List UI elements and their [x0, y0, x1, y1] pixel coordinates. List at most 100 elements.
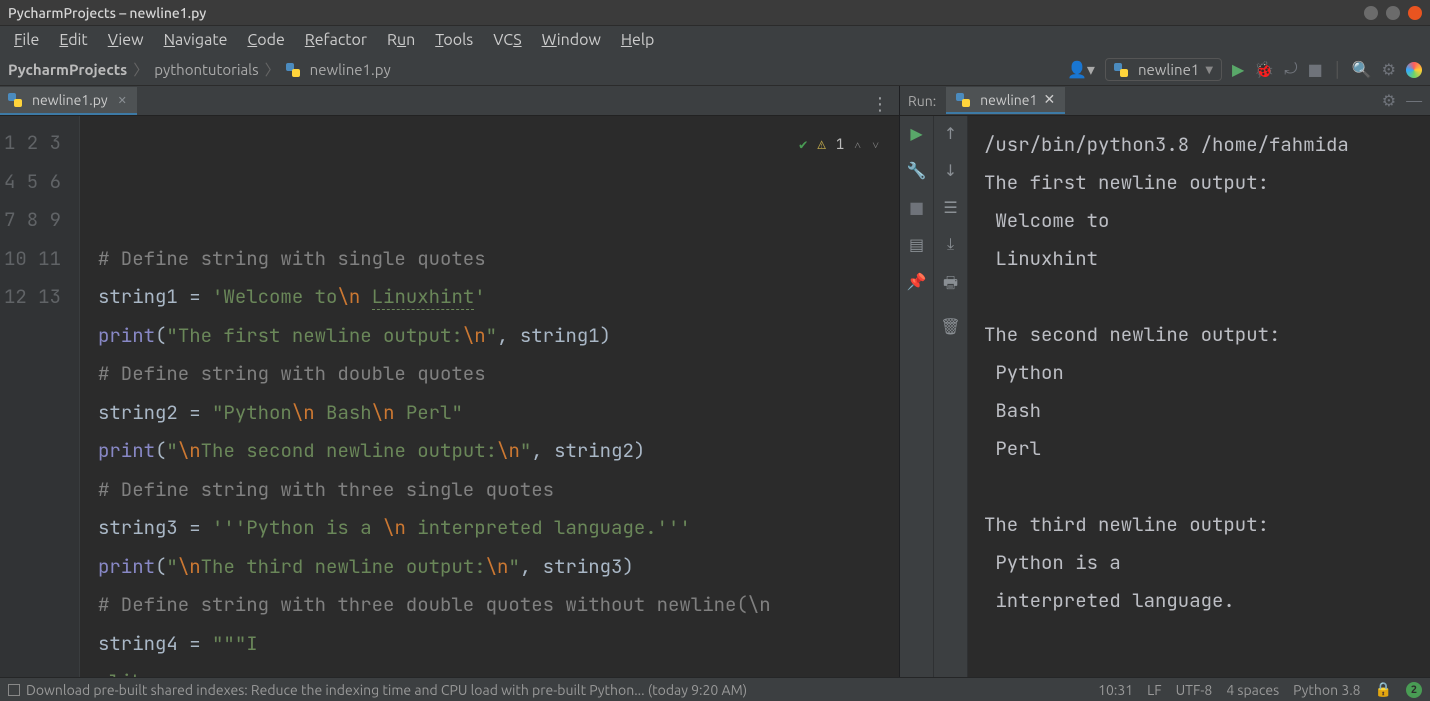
- run-coverage-button[interactable]: ⤾: [1284, 60, 1297, 79]
- status-line-separator[interactable]: LF: [1147, 682, 1162, 698]
- search-everywhere-icon[interactable]: 🔍: [1352, 60, 1372, 79]
- editor-pane: newline1.py ✕ ⋮ 1 2 3 4 5 6 7 8 9 10 11 …: [0, 86, 900, 677]
- editor-tab-label: newline1.py: [32, 92, 108, 108]
- breadcrumb-file[interactable]: newline1.py: [310, 61, 391, 78]
- menu-tools[interactable]: Tools: [425, 29, 483, 51]
- debug-button[interactable]: 🐞: [1254, 60, 1274, 79]
- check-icon: ✔: [799, 126, 807, 165]
- print-icon[interactable]: 🖶: [943, 272, 958, 299]
- rerun-icon[interactable]: ▶: [910, 124, 922, 143]
- window-titlebar: PycharmProjects – newline1.py: [0, 0, 1430, 26]
- run-tool-window: Run: newline1 ✕ ⚙ — ▶ 🔧 ■ ▤ 📌 ↑ ↓ ☰ ⤓: [900, 86, 1430, 677]
- lock-icon[interactable]: 🔒: [1375, 681, 1392, 698]
- run-button[interactable]: ▶: [1232, 60, 1244, 79]
- navigation-bar: PycharmProjects 〉 pythontutorials 〉 newl…: [0, 54, 1430, 86]
- editor-body: 1 2 3 4 5 6 7 8 9 10 11 12 13 ✔ ⚠ 1 ˄ ˅ …: [0, 116, 899, 677]
- toolbar-right: 👤▾ newline1 ▼ ▶ 🐞 ⤾ ■ │ 🔍 ⚙: [1067, 58, 1422, 81]
- user-icon[interactable]: 👤▾: [1067, 60, 1095, 79]
- run-header: Run: newline1 ✕ ⚙ —: [900, 86, 1430, 116]
- editor-problem-summary[interactable]: ✔ ⚠ 1 ˄ ˅: [799, 126, 881, 165]
- down-icon[interactable]: ↓: [944, 161, 957, 180]
- menu-code[interactable]: Code: [237, 29, 294, 51]
- menu-view[interactable]: View: [98, 29, 154, 51]
- python-packages-swirl-icon[interactable]: [1406, 62, 1422, 78]
- run-settings-gear-icon[interactable]: ⚙: [1382, 91, 1396, 110]
- window-minimize-button[interactable]: [1364, 6, 1378, 20]
- code-line: string4 = """I: [98, 625, 899, 664]
- code-line: string2 = "Python\n Bash\n Perl": [98, 394, 899, 433]
- code-line: string1 = 'Welcome to\n Linuxhint': [98, 278, 899, 317]
- notifications-badge[interactable]: 2: [1406, 682, 1422, 698]
- status-indent[interactable]: 4 spaces: [1226, 682, 1279, 698]
- python-file-icon: [286, 63, 300, 77]
- menu-run[interactable]: Run: [377, 29, 425, 51]
- code-line: string3 = '''Python is a \n interpreted …: [98, 509, 899, 548]
- window-maximize-button[interactable]: [1386, 6, 1400, 20]
- python-file-icon: [8, 93, 22, 107]
- status-message[interactable]: Download pre-built shared indexes: Reduc…: [8, 682, 1084, 698]
- menu-refactor[interactable]: Refactor: [295, 29, 377, 51]
- code-editor[interactable]: ✔ ⚠ 1 ˄ ˅ # Define string with single qu…: [80, 116, 899, 677]
- run-left-toolbar: ▶ 🔧 ■ ▤ 📌: [900, 116, 934, 677]
- run-mid-toolbar: ↑ ↓ ☰ ⤓ 🖶 🗑: [934, 116, 968, 677]
- warning-icon: ⚠: [817, 126, 825, 165]
- layout-icon[interactable]: ▤: [909, 235, 924, 254]
- code-line: print("\nThe second newline output:\n", …: [98, 432, 899, 471]
- status-encoding[interactable]: UTF-8: [1176, 682, 1213, 698]
- menu-help[interactable]: Help: [611, 29, 665, 51]
- status-caret[interactable]: 10:31: [1098, 682, 1133, 698]
- code-line: print("The first newline output:\n", str…: [98, 317, 899, 356]
- menu-window[interactable]: Window: [532, 29, 611, 51]
- run-tab-label: newline1: [980, 92, 1037, 108]
- tool-windows-icon[interactable]: [8, 684, 20, 696]
- status-bar: Download pre-built shared indexes: Reduc…: [0, 677, 1430, 701]
- chevron-right-icon: 〉: [133, 59, 148, 80]
- dropdown-triangle-icon: ▼: [1205, 64, 1213, 76]
- settings-gear-icon[interactable]: ⚙: [1382, 60, 1396, 79]
- editor-tabs-more-icon[interactable]: ⋮: [871, 94, 889, 115]
- pin-icon[interactable]: 📌: [907, 272, 927, 291]
- stop-icon[interactable]: ■: [909, 198, 924, 217]
- python-file-icon: [1114, 63, 1128, 77]
- run-configuration-selector[interactable]: newline1 ▼: [1105, 58, 1222, 81]
- soft-wrap-icon[interactable]: ☰: [943, 198, 957, 217]
- close-tab-icon[interactable]: ✕: [118, 94, 127, 107]
- python-file-icon: [956, 93, 970, 107]
- wrench-icon[interactable]: 🔧: [907, 161, 927, 180]
- code-line: # Define string with double quotes: [98, 355, 899, 394]
- run-label: Run:: [908, 93, 936, 109]
- menu-vcs[interactable]: VCS: [483, 29, 531, 51]
- code-line: like: [98, 663, 899, 677]
- breadcrumb-root[interactable]: PycharmProjects: [8, 61, 127, 78]
- menu-edit[interactable]: Edit: [49, 29, 97, 51]
- run-tab-active[interactable]: newline1 ✕: [946, 87, 1065, 114]
- editor-gutter: 1 2 3 4 5 6 7 8 9 10 11 12 13: [0, 116, 80, 677]
- menu-file[interactable]: File: [4, 29, 49, 51]
- code-line: # Define string with three double quotes…: [98, 586, 899, 625]
- code-line: print("\nThe third newline output:\n", s…: [98, 548, 899, 587]
- status-interpreter[interactable]: Python 3.8: [1293, 682, 1360, 698]
- run-body: ▶ 🔧 ■ ▤ 📌 ↑ ↓ ☰ ⤓ 🖶 🗑 /usr/bin/python3.8…: [900, 116, 1430, 677]
- code-line: # Define string with single quotes: [98, 240, 899, 279]
- clear-icon[interactable]: 🗑: [940, 317, 960, 336]
- run-console-output[interactable]: /usr/bin/python3.8 /home/fahmida The fir…: [968, 116, 1430, 677]
- close-tab-icon[interactable]: ✕: [1043, 91, 1055, 108]
- breadcrumb: PycharmProjects 〉 pythontutorials 〉 newl…: [8, 59, 1067, 80]
- scroll-to-end-icon[interactable]: ⤓: [947, 235, 954, 254]
- run-config-name: newline1: [1138, 61, 1199, 78]
- code-line: # Define string with three single quotes: [98, 471, 899, 510]
- main-menu-bar: File Edit View Navigate Code Refactor Ru…: [0, 26, 1430, 54]
- stop-button[interactable]: ■: [1308, 60, 1323, 79]
- editor-tab-bar: newline1.py ✕ ⋮: [0, 86, 899, 116]
- hide-tool-window-icon[interactable]: —: [1406, 92, 1422, 110]
- breadcrumb-folder[interactable]: pythontutorials: [154, 61, 258, 78]
- expand-collapse-icon[interactable]: ˄ ˅: [854, 126, 881, 165]
- editor-tab-active[interactable]: newline1.py ✕: [0, 87, 137, 115]
- chevron-right-icon: 〉: [265, 59, 280, 80]
- up-icon[interactable]: ↑: [944, 124, 957, 143]
- menu-navigate[interactable]: Navigate: [154, 29, 238, 51]
- window-close-button[interactable]: [1408, 6, 1422, 20]
- problem-count: 1: [836, 126, 844, 165]
- window-title: PycharmProjects – newline1.py: [8, 5, 1356, 21]
- main-area: newline1.py ✕ ⋮ 1 2 3 4 5 6 7 8 9 10 11 …: [0, 86, 1430, 677]
